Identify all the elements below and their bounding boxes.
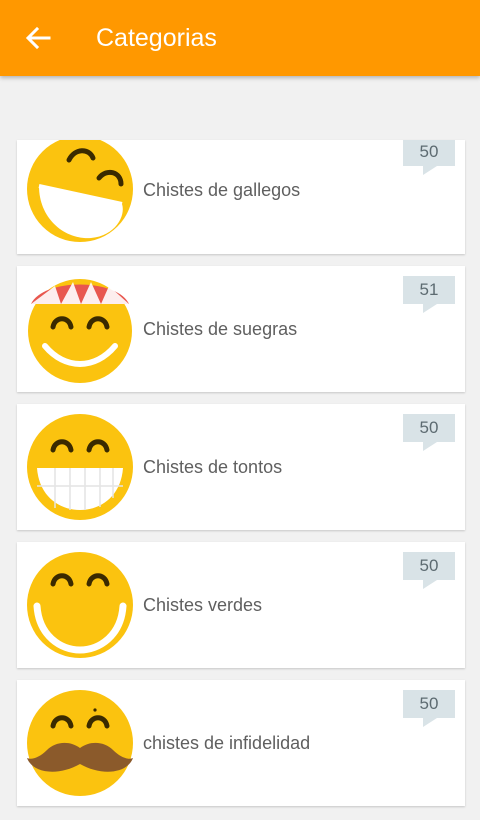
badge-tail	[423, 304, 437, 313]
back-button[interactable]	[0, 0, 76, 76]
count-badge: 51	[403, 276, 455, 314]
count-value: 50	[403, 552, 455, 580]
category-item-suegras[interactable]: Chistes de suegras 51	[17, 266, 465, 392]
category-item-infidelidad[interactable]: chistes de infidelidad 50	[17, 680, 465, 806]
badge-tail	[423, 718, 437, 727]
category-label: Chistes verdes	[143, 595, 263, 615]
page-title: Categorias	[96, 23, 217, 52]
mustache-face-icon	[27, 690, 133, 796]
grinning-teeth-face-icon	[27, 414, 133, 520]
count-badge: 50	[403, 414, 455, 452]
category-label: Chistes de suegras	[143, 319, 298, 339]
laughing-face-icon	[27, 140, 133, 242]
badge-tail	[423, 166, 437, 175]
count-badge: 50	[403, 690, 455, 728]
category-label: Chistes de gallegos	[143, 180, 301, 200]
category-item-tontos[interactable]: Chistes de tontos 50	[17, 404, 465, 530]
arrow-left-icon	[25, 26, 51, 50]
category-list: Chistes de gallegos 50 Chistes de suegra…	[17, 140, 465, 818]
count-value: 50	[403, 140, 455, 166]
category-item-verdes[interactable]: Chistes verdes 50	[17, 542, 465, 668]
badge-tail	[423, 442, 437, 451]
count-value: 50	[403, 690, 455, 718]
count-badge: 50	[403, 140, 455, 176]
big-smile-face-icon	[27, 552, 133, 658]
category-label: chistes de infidelidad	[143, 733, 311, 753]
count-value: 51	[403, 276, 455, 304]
count-value: 50	[403, 414, 455, 442]
smiling-face-with-cap-icon	[28, 279, 132, 383]
category-item-gallegos[interactable]: Chistes de gallegos 50	[17, 140, 465, 254]
badge-tail	[423, 580, 437, 589]
app-bar: Categorias	[0, 0, 480, 76]
count-badge: 50	[403, 552, 455, 590]
category-label: Chistes de tontos	[143, 457, 283, 477]
